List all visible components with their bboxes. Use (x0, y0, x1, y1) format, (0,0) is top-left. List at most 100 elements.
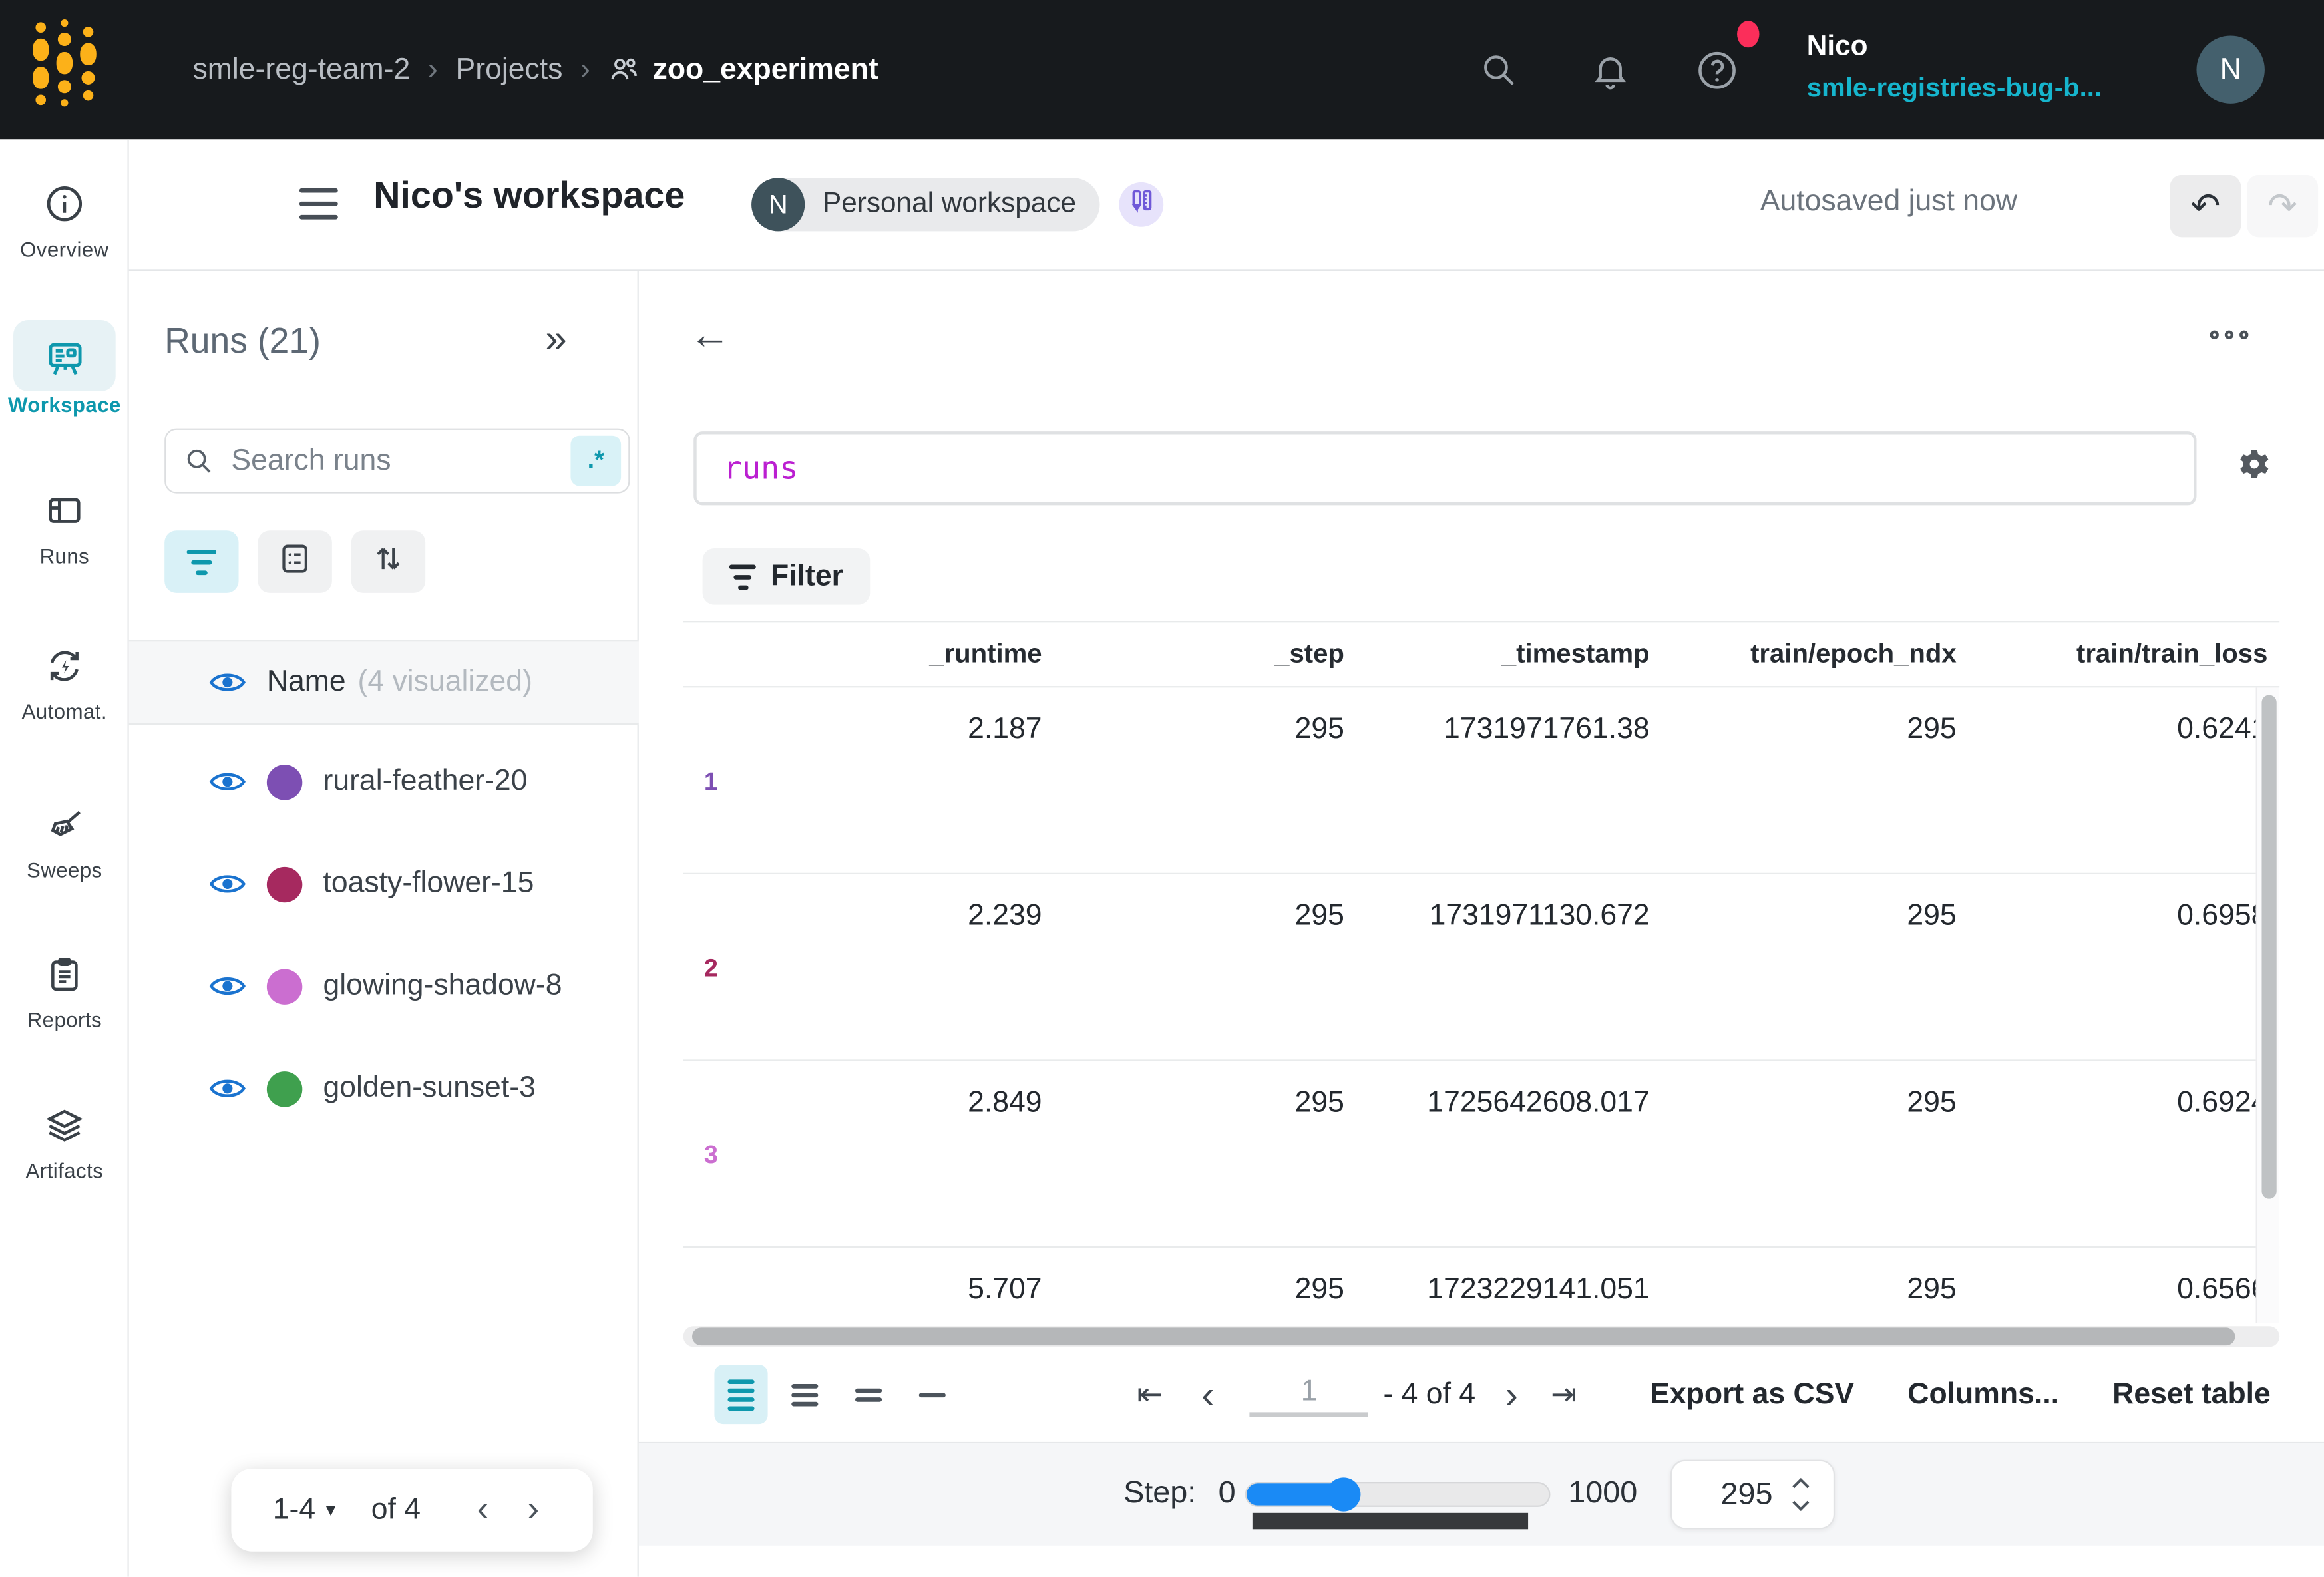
step-value-input[interactable] (1684, 1475, 1776, 1514)
sidebar-item-sweeps[interactable]: Sweeps (0, 804, 129, 882)
undo-button[interactable]: ↶ (2170, 175, 2241, 238)
panel-query-input[interactable] (693, 431, 2196, 505)
filter-runs-button[interactable] (164, 530, 238, 593)
breadcrumb-team[interactable]: smle-reg-team-2 (193, 53, 411, 87)
sidebar-item-reports[interactable]: Reports (0, 954, 129, 1031)
first-page-button[interactable]: ⇤ (1128, 1376, 1172, 1413)
column-header[interactable]: _runtime (778, 639, 1054, 670)
run-name[interactable]: glowing-shadow-8 (323, 969, 562, 1003)
run-list-item[interactable]: glowing-shadow-8 (129, 935, 639, 1037)
table-row[interactable]: 5.707 295 1723229141.051 295 0.6566 4 (683, 1248, 2280, 1323)
personal-workspace-badge[interactable]: N Personal workspace (751, 178, 1100, 231)
table-body: 2.187 295 1731971761.38 295 0.6241 1 (683, 687, 2280, 1323)
next-page-button[interactable]: › (1496, 1371, 1527, 1417)
row-height-medium-button[interactable] (778, 1365, 831, 1424)
export-csv-button[interactable]: Export as CSV (1650, 1377, 1854, 1411)
redo-button[interactable]: ↷ (2247, 175, 2318, 238)
eye-visibility-icon[interactable] (209, 769, 246, 794)
runs-page-total: of 4 (371, 1493, 421, 1527)
runs-icon (45, 511, 85, 536)
run-list-header[interactable]: Name (4 visualized) (129, 640, 639, 725)
reset-table-button[interactable]: Reset table (2112, 1377, 2271, 1411)
sidebar-item-automations[interactable]: Automat. (0, 646, 129, 723)
cell-timestamp: 1723229141.051 (1356, 1248, 1662, 1304)
workspace-header: Nico's workspace N Personal workspace Au… (129, 139, 2324, 271)
sidebar-item-workspace[interactable]: Workspace (0, 338, 129, 417)
cell-loss: 0.6958 (1969, 874, 2280, 931)
search-runs-input[interactable] (228, 442, 570, 480)
runs-prev-page-button[interactable]: ‹ (477, 1489, 489, 1530)
vertical-scrollbar-thumb[interactable] (2261, 695, 2276, 1198)
cell-runtime: 2.239 (778, 874, 1054, 931)
workspace-settings-button[interactable] (1119, 182, 1163, 227)
row-height-xlarge-button[interactable] (906, 1365, 959, 1424)
sidebar-item-overview[interactable]: Overview (0, 184, 129, 261)
runs-page-range-dropdown[interactable]: 1-4 ▾ (273, 1493, 336, 1527)
four-lines-icon (727, 1379, 754, 1410)
table-header-row: _runtime _step _timestamp train/epoch_nd… (683, 621, 2280, 687)
notifications-bell-icon[interactable] (1591, 0, 1631, 139)
run-color-dot (267, 1071, 302, 1106)
page-number-input[interactable] (1250, 1373, 1368, 1416)
column-header[interactable]: train/epoch_ndx (1662, 639, 1969, 670)
panel-settings-gear-icon[interactable] (2233, 446, 2275, 494)
spinner-up-icon[interactable] (1790, 1477, 1811, 1489)
cell-runtime: 2.849 (778, 1061, 1054, 1118)
spinner-down-icon[interactable] (1790, 1500, 1811, 1512)
cell-timestamp: 1731971761.38 (1356, 687, 1662, 744)
run-name[interactable]: toasty-flower-15 (323, 867, 534, 901)
run-list-item[interactable]: toasty-flower-15 (129, 833, 639, 936)
cell-epoch: 295 (1662, 874, 1969, 931)
table-row[interactable]: 2.187 295 1731971761.38 295 0.6241 1 (683, 687, 2280, 874)
row-index[interactable]: 2 (704, 954, 718, 984)
table-row[interactable]: 2.239 295 1731971130.672 295 0.6958 2 (683, 874, 2280, 1061)
sidebar-item-label: Workspace (0, 393, 129, 417)
run-list-item[interactable]: rural-feather-20 (129, 731, 639, 833)
last-page-button[interactable]: ⇥ (1542, 1376, 1586, 1413)
column-header[interactable]: train/train_loss (1969, 639, 2280, 670)
wandb-logo-icon[interactable] (33, 19, 97, 106)
eye-visibility-icon[interactable] (209, 973, 246, 999)
breadcrumb-section[interactable]: Projects (456, 53, 563, 87)
sort-runs-button[interactable] (351, 530, 425, 593)
search-icon[interactable] (1479, 0, 1518, 139)
step-slider[interactable] (1245, 1482, 1551, 1507)
run-list-item[interactable]: golden-sunset-3 (129, 1037, 639, 1140)
run-list-header-name: Name (267, 665, 346, 699)
prev-page-button[interactable]: ‹ (1193, 1371, 1223, 1417)
row-height-small-button[interactable] (714, 1365, 767, 1424)
row-height-large-button[interactable] (842, 1365, 895, 1424)
slider-thumb[interactable] (1326, 1477, 1360, 1511)
breadcrumb: smle-reg-team-2 › Projects › zoo_experim… (193, 0, 878, 139)
eye-visibility-icon[interactable] (209, 670, 246, 695)
panel-overflow-menu-icon[interactable] (2210, 331, 2249, 339)
automations-icon (45, 667, 85, 692)
regex-toggle-button[interactable]: .* (570, 436, 621, 486)
eye-visibility-icon[interactable] (209, 1076, 246, 1101)
runs-next-page-button[interactable]: › (527, 1489, 539, 1530)
row-index[interactable]: 1 (704, 768, 718, 798)
filter-button[interactable]: Filter (703, 548, 870, 605)
column-header[interactable]: _step (1054, 639, 1356, 670)
user-org[interactable]: smle-registries-bug-b... (1807, 69, 2102, 110)
horizontal-scrollbar-thumb[interactable] (692, 1327, 2235, 1345)
row-index[interactable]: 3 (704, 1141, 718, 1171)
eye-visibility-icon[interactable] (209, 871, 246, 896)
breadcrumb-project[interactable]: zoo_experiment (608, 53, 878, 87)
column-header[interactable]: _timestamp (1356, 639, 1662, 670)
collapse-panel-icon[interactable]: » (546, 315, 567, 361)
sidebar-item-artifacts[interactable]: Artifacts (0, 1105, 129, 1182)
workspace-badge-label: Personal workspace (805, 188, 1099, 221)
run-name[interactable]: rural-feather-20 (323, 765, 527, 798)
back-button[interactable]: ← (689, 311, 731, 359)
menu-icon[interactable] (299, 188, 338, 220)
run-settings-button[interactable] (258, 530, 332, 593)
help-icon[interactable] (1696, 0, 1739, 139)
user-menu[interactable]: Nico smle-registries-bug-b... (1807, 25, 2102, 110)
columns-button[interactable]: Columns... (1907, 1377, 2059, 1411)
run-name[interactable]: golden-sunset-3 (323, 1071, 535, 1105)
table-row[interactable]: 2.849 295 1725642608.017 295 0.6924 3 (683, 1061, 2280, 1248)
user-name: Nico (1807, 25, 2102, 69)
sidebar-item-runs[interactable]: Runs (0, 490, 129, 568)
avatar[interactable]: N (2196, 35, 2264, 103)
